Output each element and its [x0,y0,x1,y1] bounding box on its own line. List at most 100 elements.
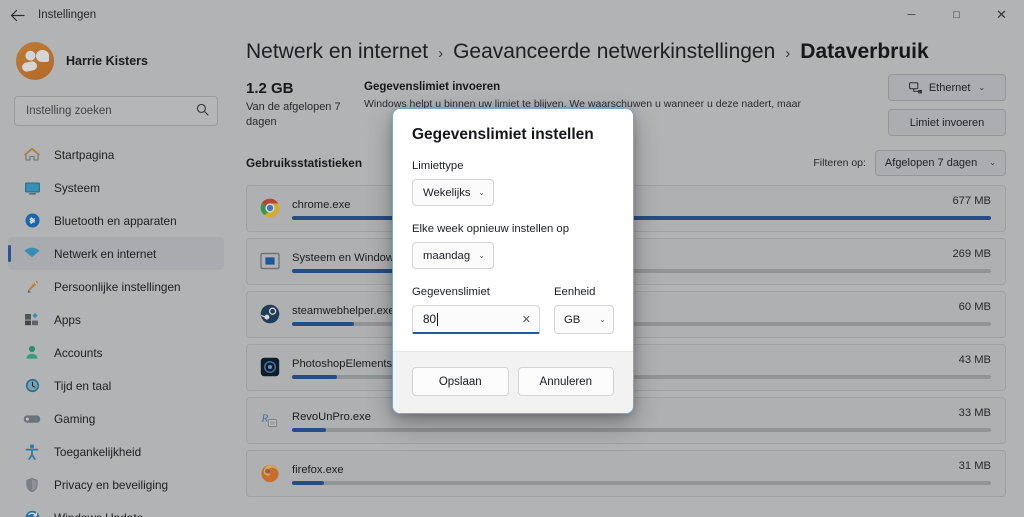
breadcrumb-item-network[interactable]: Netwerk en internet [246,40,428,64]
limit-type-label: Limiettype [412,160,464,172]
app-usage-size: 33 MB [958,406,991,419]
text-caret [437,312,439,326]
dialog-footer: Opslaan Annuleren [393,351,633,413]
clock-icon [22,377,42,395]
data-limit-label: Gegevenslimiet [412,286,490,298]
limit-type-value: Wekelijks [423,186,471,199]
close-button[interactable]: ✕ [979,0,1024,30]
app-usage-size: 43 MB [958,353,991,366]
sidebar-item-label: Gaming [54,411,96,426]
filter-label: Filteren op: [813,156,866,169]
wifi-icon [22,245,42,263]
shield-icon [22,476,42,494]
sidebar-item-netwerk-en-internet[interactable]: Netwerk en internet [8,237,224,270]
data-limit-group: Gegevenslimiet 80 ✕ [412,286,540,334]
sidebar-item-windows-update[interactable]: Windows Update [8,501,224,517]
usage-bar-track [292,480,991,485]
back-arrow-icon[interactable] [0,0,34,30]
dialog-title: Gegevenslimiet instellen [412,126,594,143]
sidebar-item-label: Accounts [54,345,103,360]
minimize-button[interactable]: ─ [889,0,934,30]
title-bar: Instellingen ─ □ ✕ [0,0,1024,30]
usage-bar-track [292,427,991,432]
app-name: Systeem en Windows [292,251,400,264]
filter-value: Afgelopen 7 dagen [884,156,978,169]
breadcrumb-separator: › [785,45,791,62]
reset-day-dropdown[interactable]: maandag ⌄ [412,242,494,269]
search-input[interactable]: Instelling zoeken [14,96,218,126]
usage-bar-fill [292,374,337,379]
sidebar-item-startpagina[interactable]: Startpagina [8,138,224,171]
revo-icon: R [259,409,281,431]
sidebar-item-systeem[interactable]: Systeem [8,171,224,204]
update-icon [22,509,42,517]
chevron-down-icon: ⌄ [989,158,996,168]
breadcrumb: Netwerk en internet › Geavanceerde netwe… [246,30,1006,64]
search-placeholder: Instelling zoeken [26,105,112,117]
sidebar-item-label: Startpagina [54,147,115,162]
sidebar-item-gaming[interactable]: Gaming [8,402,224,435]
limit-type-dropdown[interactable]: Wekelijks ⌄ [412,179,494,206]
sidebar-nav: Startpagina Systeem Bluetooth en apparat… [0,138,232,517]
apps-icon [22,311,42,329]
sidebar-item-bluetooth[interactable]: Bluetooth en apparaten [8,204,224,237]
account-block[interactable]: Harrie Kisters [0,30,232,94]
usage-bar-fill [292,427,327,432]
ethernet-icon [908,81,922,94]
data-limit-value: 80 [423,312,437,326]
chevron-down-icon: ⌄ [978,83,986,92]
svg-text:R: R [261,413,269,425]
enter-limit-button[interactable]: Limiet invoeren [888,109,1006,136]
usage-bar-fill [292,480,325,485]
sidebar-item-apps[interactable]: Apps [8,303,224,336]
limit-and-unit-row: Gegevenslimiet 80 ✕ Eenheid GB ⌄ [412,286,614,334]
reset-day-group: Elke week opnieuw instellen op maandag ⌄ [412,223,614,269]
maximize-button[interactable]: □ [934,0,979,30]
cancel-button[interactable]: Annuleren [517,367,614,396]
bluetooth-icon [22,212,42,230]
usage-total-period: Van de afgelopen 7 dagen [246,101,341,128]
sidebar-item-toegankelijkheid[interactable]: Toegankelijkheid [8,435,224,468]
search-icon [196,103,209,119]
data-limit-input[interactable]: 80 ✕ [412,305,540,334]
sidebar-item-label: Systeem [54,180,100,195]
firefox-icon [259,462,281,484]
table-row[interactable]: firefox.exe 31 MB [246,449,1006,497]
reset-day-value: maandag [423,249,471,262]
sidebar-item-label: Apps [54,312,81,327]
account-name: Harrie Kisters [66,54,148,68]
steam-icon [259,303,281,325]
app-name: firefox.exe [292,463,344,476]
home-icon [22,146,42,164]
breadcrumb-item-advanced[interactable]: Geavanceerde netwerkinstellingen [453,40,775,64]
usage-total-value: 1.2 GB [246,80,294,97]
save-button[interactable]: Opslaan [412,367,509,396]
sidebar-item-tijd-en-taal[interactable]: Tijd en taal [8,369,224,402]
window-title: Instellingen [38,9,97,21]
app-usage-size: 677 MB [952,194,991,207]
sidebar-item-accounts[interactable]: Accounts [8,336,224,369]
filter-dropdown[interactable]: Afgelopen 7 dagen ⌄ [874,149,1006,176]
chrome-icon [259,197,281,219]
sidebar-item-persoonlijke-instellingen[interactable]: Persoonlijke instellingen [8,270,224,303]
monitor-icon [22,179,42,197]
sidebar-item-label: Bluetooth en apparaten [54,213,177,228]
dialog-body: Gegevenslimiet instellen Limiettype Weke… [393,109,633,351]
sidebar-item-privacy-en-beveiliging[interactable]: Privacy en beveiliging [8,468,224,501]
page-title: Dataverbruik [800,40,929,63]
avatar [16,42,54,80]
windows-icon [259,250,281,272]
photoshop-icon [259,356,281,378]
clear-icon[interactable]: ✕ [522,313,531,326]
app-usage-size: 31 MB [958,459,991,472]
set-data-limit-dialog: Gegevenslimiet instellen Limiettype Weke… [392,108,634,414]
adapter-label: Ethernet [928,81,971,94]
unit-value: GB [564,313,581,326]
unit-dropdown[interactable]: GB ⌄ [554,305,614,334]
sidebar-item-label: Windows Update [54,511,143,517]
summary-controls: Ethernet ⌄ Limiet invoeren [888,74,1006,136]
settings-window: Instellingen ─ □ ✕ Harrie Kisters Instel… [0,0,1024,517]
breadcrumb-separator: › [438,45,444,62]
chevron-down-icon: ⌄ [478,251,485,260]
adapter-dropdown[interactable]: Ethernet ⌄ [888,74,1006,101]
